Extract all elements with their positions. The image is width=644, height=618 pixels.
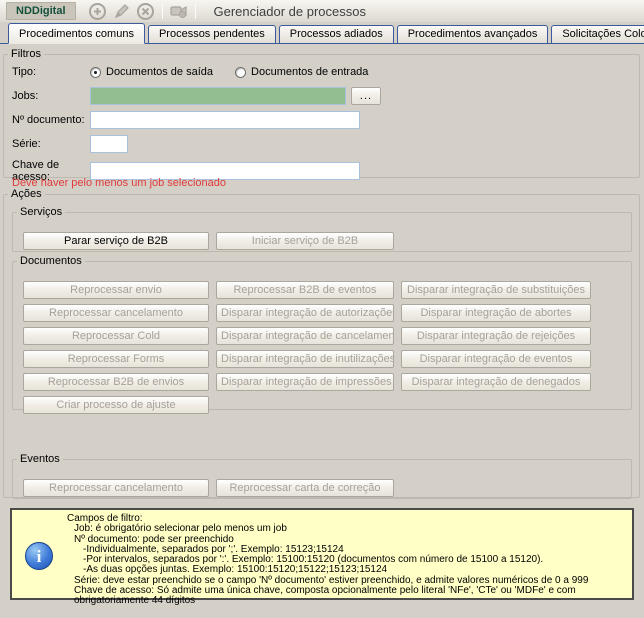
tab-bar: Procedimentos comuns Processos pendentes… <box>0 22 644 44</box>
info-panel: i Campos de filtro: Job: é obrigatório s… <box>10 508 634 600</box>
reprocessar-cold-button[interactable]: Reprocessar Cold <box>23 327 209 345</box>
disparar-integracao-eventos-button[interactable]: Disparar integração de eventos <box>401 350 591 368</box>
tab-processos-adiados[interactable]: Processos adiados <box>279 25 394 43</box>
tab-procedimentos-comuns[interactable]: Procedimentos comuns <box>8 23 145 44</box>
add-icon[interactable] <box>86 1 110 21</box>
brand-logo: NDDigital <box>6 2 76 20</box>
disparar-integracao-autorizacoes-button[interactable]: Disparar integração de autorizações <box>216 304 394 322</box>
reprocessar-b2b-envios-button[interactable]: Reprocessar B2B de envios <box>23 373 209 391</box>
parar-servico-b2b-button[interactable]: Parar serviço de B2B <box>23 232 209 250</box>
reprocessar-b2b-eventos-button[interactable]: Reprocessar B2B de eventos <box>216 281 394 299</box>
radio-entrada-label: Documentos de entrada <box>251 66 368 78</box>
filters-group-label: Filtros <box>8 48 44 60</box>
actions-group: Ações Serviços Parar serviço de B2B Inic… <box>3 188 640 498</box>
edit-icon[interactable] <box>110 1 134 21</box>
disparar-integracao-denegados-button[interactable]: Disparar integração de denegados <box>401 373 591 391</box>
serie-label: Série: <box>12 138 90 150</box>
reprocessar-envio-button[interactable]: Reprocessar envio <box>23 281 209 299</box>
toolbar-separator <box>162 4 163 19</box>
eventos-reprocessar-cancelamento-button[interactable]: Reprocessar cancelamento <box>23 479 209 497</box>
toolbar: NDDigital Gerenciador de processos <box>0 0 644 22</box>
disparar-integracao-substituicoes-button[interactable]: Disparar integração de substituições <box>401 281 591 299</box>
radio-saida-label: Documentos de saída <box>106 66 213 78</box>
disparar-integracao-rejeicoes-button[interactable]: Disparar integração de rejeições <box>401 327 591 345</box>
toolbar-separator <box>195 4 196 19</box>
servicos-group: Serviços Parar serviço de B2B Iniciar se… <box>12 206 632 252</box>
page-title: Gerenciador de processos <box>214 4 366 19</box>
cancel-icon[interactable] <box>134 1 158 21</box>
eventos-group: Eventos Reprocessar cancelamento Reproce… <box>12 453 632 499</box>
info-text: Campos de filtro: Job: é obrigatório sel… <box>67 510 627 598</box>
numero-documento-label: Nº documento: <box>12 114 90 126</box>
tab-processos-pendentes[interactable]: Processos pendentes <box>148 25 276 43</box>
info-line: Chave de acesso: Só admite uma única cha… <box>67 586 627 607</box>
actions-group-label: Ações <box>8 188 45 200</box>
reprocessar-cancelamento-button[interactable]: Reprocessar cancelamento <box>23 304 209 322</box>
disparar-integracao-impressoes-button[interactable]: Disparar integração de impressões <box>216 373 394 391</box>
tab-procedimentos-avancados[interactable]: Procedimentos avançados <box>397 25 549 43</box>
numero-documento-input[interactable] <box>90 111 360 129</box>
reprocessar-carta-correcao-button[interactable]: Reprocessar carta de correção <box>216 479 394 497</box>
radio-selected-icon <box>90 67 101 78</box>
disparar-integracao-cancelamentos-button[interactable]: Disparar integração de cancelamentos <box>216 327 394 345</box>
info-icon: i <box>25 542 53 570</box>
jobs-browse-button[interactable]: ... <box>351 87 381 105</box>
reprocessar-forms-button[interactable]: Reprocessar Forms <box>23 350 209 368</box>
camera-icon[interactable] <box>167 1 191 21</box>
servicos-group-label: Serviços <box>17 206 65 218</box>
tab-solicitacoes-cold[interactable]: Solicitações Cold <box>551 25 644 43</box>
radio-documentos-entrada[interactable]: Documentos de entrada <box>235 66 368 78</box>
eventos-group-label: Eventos <box>17 453 63 465</box>
radio-unselected-icon <box>235 67 246 78</box>
tipo-label: Tipo: <box>12 66 90 78</box>
documentos-group-label: Documentos <box>17 255 85 267</box>
radio-documentos-saida[interactable]: Documentos de saída <box>90 66 213 78</box>
filters-group: Filtros Tipo: Documentos de saída Docume… <box>3 48 640 178</box>
disparar-integracao-inutilizacoes-button[interactable]: Disparar integração de inutilizações <box>216 350 394 368</box>
jobs-label: Jobs: <box>12 90 90 102</box>
criar-processo-ajuste-button[interactable]: Criar processo de ajuste <box>23 396 209 414</box>
disparar-integracao-abortes-button[interactable]: Disparar integração de abortes <box>401 304 591 322</box>
documentos-group: Documentos Reprocessar envio Reprocessar… <box>12 255 632 410</box>
iniciar-servico-b2b-button[interactable]: Iniciar serviço de B2B <box>216 232 394 250</box>
serie-input[interactable] <box>90 135 128 153</box>
jobs-input[interactable] <box>90 87 346 105</box>
